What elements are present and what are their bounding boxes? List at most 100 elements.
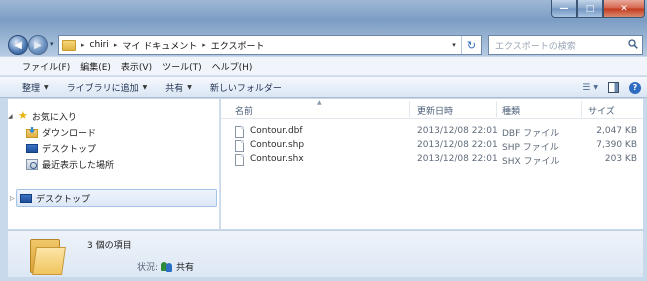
file-type: SHP ファイル (502, 143, 559, 153)
search-icon[interactable] (628, 39, 638, 49)
tree-item-label: デスクトップ (42, 144, 97, 155)
download-folder-icon (26, 126, 38, 138)
tree-item-label: お気に入り (31, 112, 77, 123)
column-size[interactable]: サイズ (588, 104, 615, 117)
file-name: Contour.dbf (250, 126, 303, 136)
column-header-row: ▲ 名前 更新日時 種類 サイズ (221, 99, 643, 119)
file-size: 2,047 KB (596, 126, 637, 136)
forward-button[interactable]: ▶ (28, 35, 48, 55)
share-button[interactable]: 共有 ▼ (165, 81, 192, 94)
view-list-icon: ☰ (582, 82, 591, 93)
column-divider[interactable] (496, 101, 497, 117)
command-bar-right: ☰ ▼ ? (582, 79, 641, 96)
navigation-row: ◀ ▶ ▾ ▸ chiri ▸ マイ ドキュメント ▸ エクスポート ▾ ↻ エ… (8, 34, 643, 56)
new-folder-button[interactable]: 新しいフォルダー (210, 81, 282, 94)
file-list: ▲ 名前 更新日時 種類 サイズ Contour.dbf 2013/12/08 … (221, 99, 643, 229)
expand-arrow-icon[interactable]: ▷ (10, 195, 16, 202)
file-icon (235, 126, 244, 138)
tree-item-label: デスクトップ (36, 194, 91, 205)
breadcrumb-separator-icon[interactable]: ▸ (81, 41, 85, 49)
organize-label: 整理 (22, 83, 41, 94)
address-bar[interactable]: ▸ chiri ▸ マイ ドキュメント ▸ エクスポート ▾ ↻ (58, 35, 482, 55)
tree-item-label: ダウンロード (42, 128, 97, 139)
file-icon (235, 154, 244, 166)
file-size: 203 KB (604, 154, 637, 164)
menu-view[interactable]: 表示(V) (121, 60, 152, 73)
share-status: 状況: 共有 (137, 260, 194, 273)
add-to-library-button[interactable]: ライブラリに追加 ▼ (67, 81, 148, 94)
details-pane: 3 個の項目 状況: 共有 (8, 230, 643, 277)
close-button[interactable]: ✕ (603, 0, 645, 18)
address-history-dropdown-icon[interactable]: ▾ (447, 36, 461, 54)
column-divider[interactable] (409, 101, 410, 117)
organize-button[interactable]: 整理 ▼ (22, 81, 49, 94)
menu-tools[interactable]: ツール(T) (162, 60, 202, 73)
chevron-down-icon: ▼ (44, 83, 49, 91)
address-controls: ▾ ↻ (447, 36, 481, 54)
menu-help[interactable]: ヘルプ(H) (212, 60, 253, 73)
breadcrumb-my-documents[interactable]: マイ ドキュメント (122, 39, 197, 52)
breadcrumb-separator-icon[interactable]: ▸ (202, 41, 206, 49)
file-name: Contour.shx (250, 154, 304, 164)
desktop-icon (20, 193, 32, 203)
menu-bar: ファイル(F) 編集(E) 表示(V) ツール(T) ヘルプ(H) (0, 57, 647, 76)
tree-item-downloads[interactable]: ダウンロード (26, 125, 96, 139)
file-type: SHX ファイル (502, 157, 560, 167)
command-bar: 整理 ▼ ライブラリに追加 ▼ 共有 ▼ 新しいフォルダー ☰ ▼ ? (0, 77, 647, 98)
status-label: 状況: (137, 263, 159, 273)
minimize-button[interactable]: — (551, 0, 577, 18)
chevron-down-icon: ▼ (187, 83, 192, 91)
chevron-down-icon: ▼ (593, 84, 598, 91)
refresh-icon[interactable]: ↻ (461, 36, 481, 54)
desktop-icon (26, 143, 38, 153)
sort-ascending-icon: ▲ (317, 99, 322, 106)
tree-item-recent[interactable]: 最近表示した場所 (26, 157, 114, 171)
breadcrumb-export[interactable]: エクスポート (211, 39, 265, 52)
add-to-library-label: ライブラリに追加 (66, 83, 139, 94)
item-count: 3 個の項目 (87, 241, 132, 251)
back-button[interactable]: ◀ (8, 35, 28, 55)
search-placeholder: エクスポートの検索 (495, 41, 576, 52)
star-icon: ★ (18, 109, 28, 122)
menu-file[interactable]: ファイル(F) (22, 60, 70, 73)
new-folder-label: 新しいフォルダー (209, 83, 282, 94)
tree-item-desktop-root-content[interactable]: ▷ デスクトップ (10, 191, 90, 205)
search-input[interactable]: エクスポートの検索 (488, 35, 643, 55)
file-row[interactable]: Contour.shx 2013/12/08 22:01 SHX ファイル 20… (221, 154, 643, 167)
navigation-pane: ◢ ★ お気に入り ダウンロード デスクトップ 最近表示した場所 ▷ デスクトッ… (8, 99, 220, 229)
breadcrumb-chiri[interactable]: chiri (90, 40, 109, 50)
preview-pane-icon[interactable] (608, 82, 619, 93)
maximize-button[interactable]: □ (577, 0, 603, 18)
file-size: 7,390 KB (596, 140, 637, 150)
caption-buttons: — □ ✕ (551, 0, 645, 18)
chevron-down-icon: ▼ (142, 83, 148, 91)
shared-users-icon (161, 261, 173, 272)
recent-places-icon (26, 158, 38, 170)
change-view-button[interactable]: ☰ ▼ (582, 83, 598, 93)
status-value: 共有 (176, 263, 195, 273)
file-type: DBF ファイル (502, 129, 560, 139)
column-name[interactable]: 名前 (235, 104, 253, 117)
file-row[interactable]: Contour.shp 2013/12/08 22:01 SHP ファイル 7,… (221, 140, 643, 153)
tree-item-desktop[interactable]: デスクトップ (26, 141, 96, 155)
tree-item-label: 最近表示した場所 (42, 160, 115, 171)
folder-icon (62, 39, 76, 51)
file-modified: 2013/12/08 22:01 (417, 126, 498, 136)
help-icon[interactable]: ? (629, 81, 641, 94)
share-label: 共有 (165, 83, 184, 94)
column-divider[interactable] (581, 101, 582, 117)
expand-arrow-icon[interactable]: ◢ (8, 113, 14, 120)
column-type[interactable]: 種類 (502, 104, 520, 117)
folder-icon (30, 237, 66, 275)
tree-item-favorites[interactable]: ◢ ★ お気に入り (8, 109, 77, 123)
recent-pages-dropdown-icon[interactable]: ▾ (50, 40, 54, 48)
file-name: Contour.shp (250, 140, 305, 150)
explorer-window: — □ ✕ ◀ ▶ ▾ ▸ chiri ▸ マイ ドキュメント ▸ エクスポート… (0, 0, 647, 281)
file-modified: 2013/12/08 22:01 (417, 140, 498, 150)
breadcrumb-separator-icon[interactable]: ▸ (114, 41, 118, 49)
file-modified: 2013/12/08 22:01 (417, 154, 498, 164)
file-row[interactable]: Contour.dbf 2013/12/08 22:01 DBF ファイル 2,… (221, 126, 643, 139)
file-icon (235, 140, 244, 152)
column-modified[interactable]: 更新日時 (417, 104, 453, 117)
menu-edit[interactable]: 編集(E) (80, 60, 111, 73)
